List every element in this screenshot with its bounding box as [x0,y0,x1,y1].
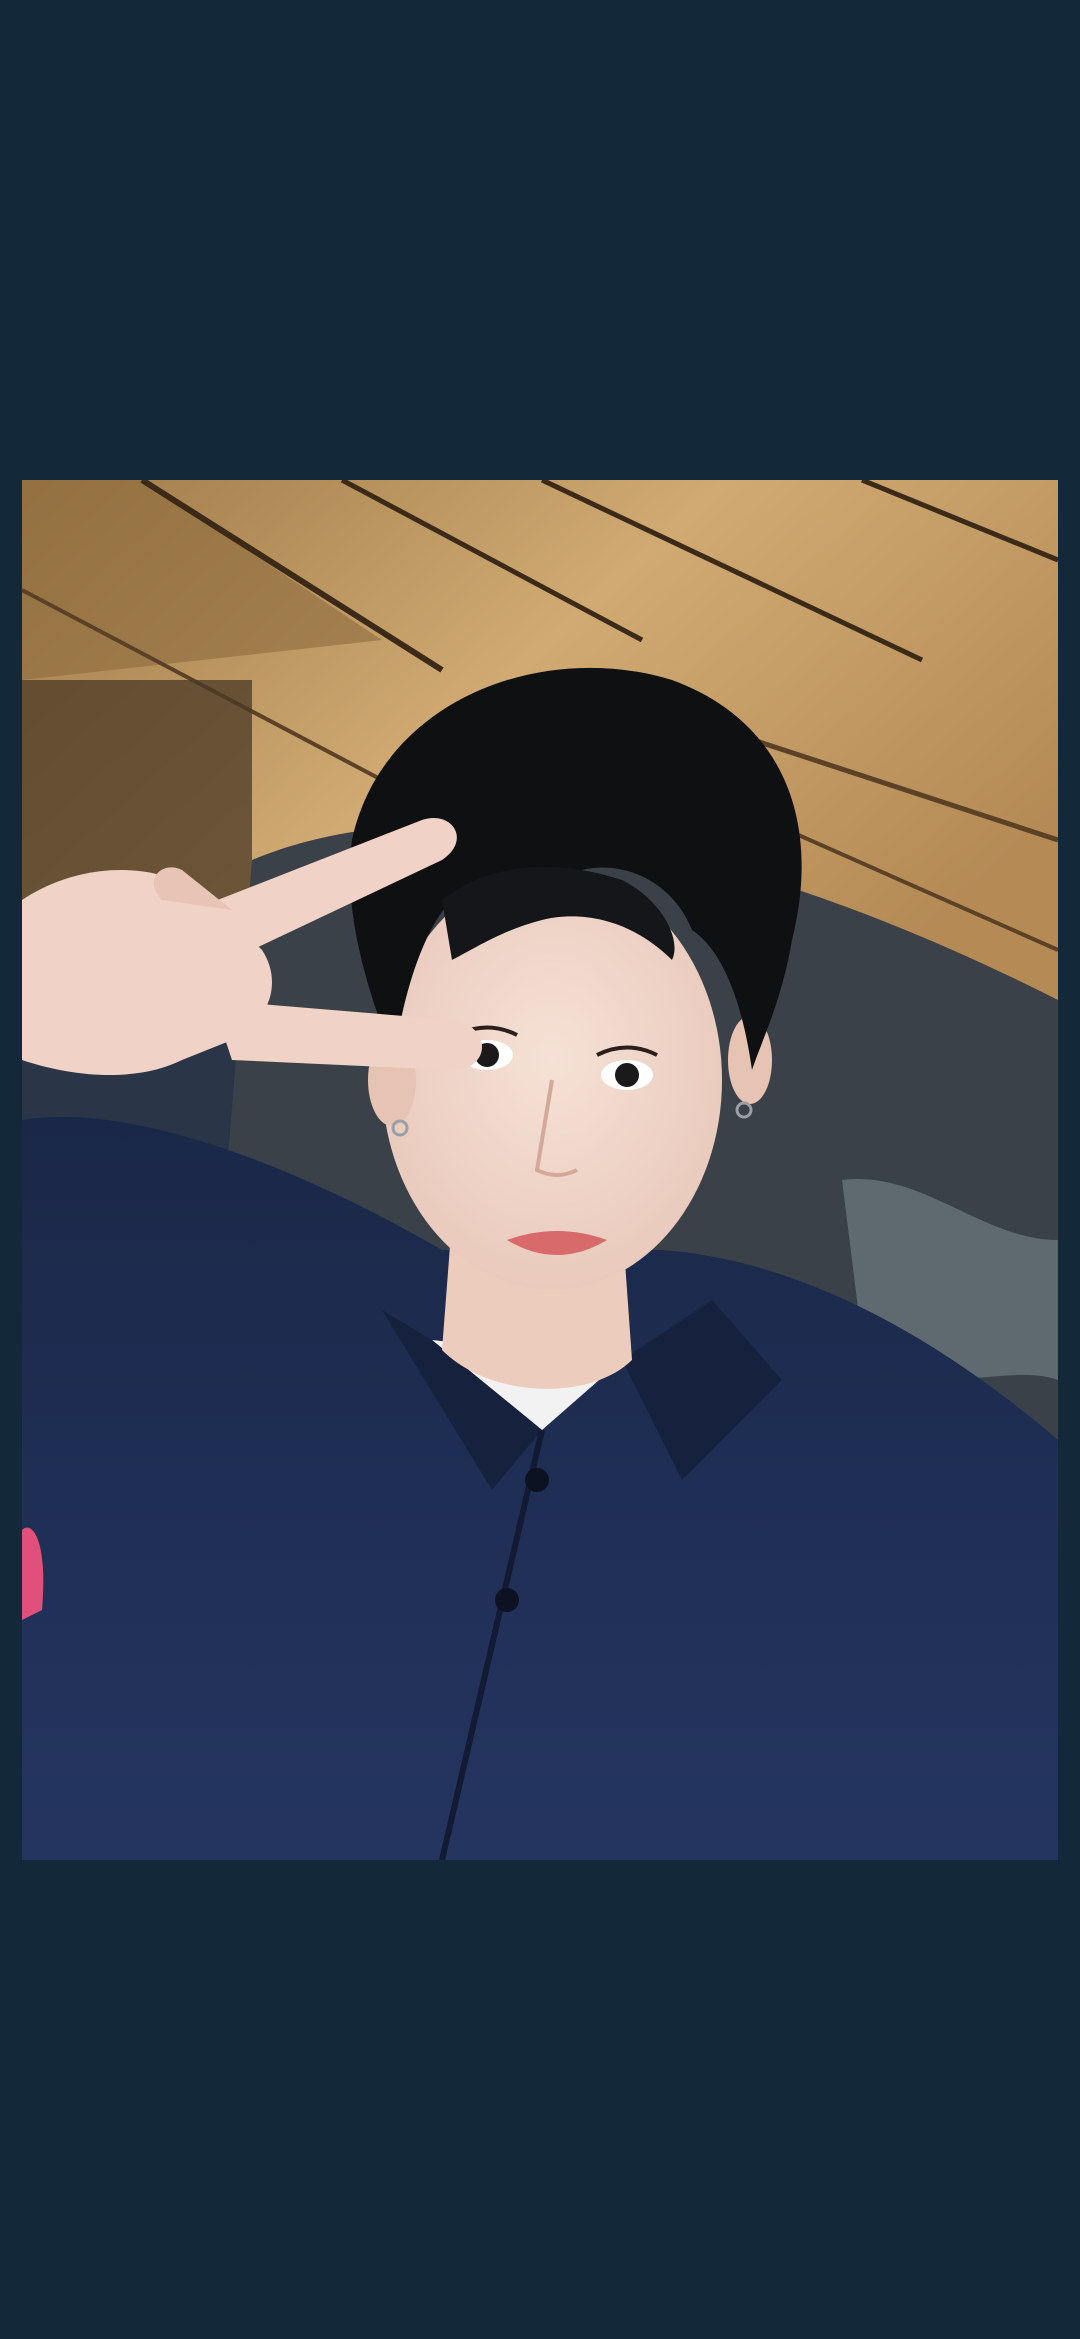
image-viewer [0,0,1080,2339]
photo-illustration [22,480,1058,1860]
photo[interactable] [22,480,1058,1860]
